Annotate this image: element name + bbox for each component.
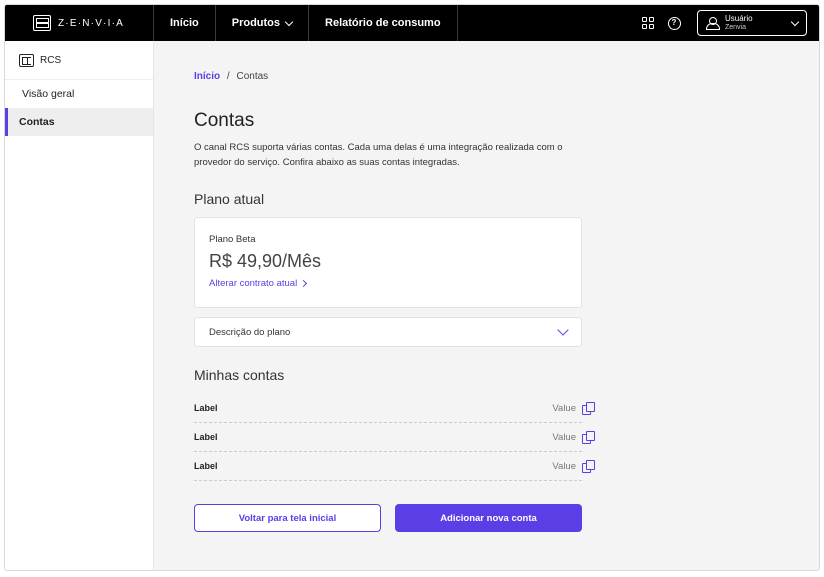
nav-item-produtos[interactable]: Produtos (216, 5, 310, 41)
plan-section-title: Plano atual (194, 191, 265, 207)
account-value-group: Value (552, 431, 595, 444)
plan-name: Plano Beta (209, 234, 256, 245)
help-button[interactable]: ? (661, 5, 687, 41)
brand-name: Z·E·N·V·I·A (58, 17, 124, 29)
page-title: Contas (194, 110, 255, 131)
page-description: O canal RCS suporta várias contas. Cada … (194, 142, 563, 168)
nav-item-label: Início (170, 17, 199, 29)
nav-item-inicio[interactable]: Início (154, 5, 216, 41)
zenvia-logo-icon (33, 15, 51, 31)
nav-item-label: Relatório de consumo (325, 17, 441, 29)
copy-icon[interactable] (582, 460, 595, 473)
add-account-button[interactable]: Adicionar nova conta (395, 504, 582, 532)
account-label: Label (194, 403, 218, 413)
account-row: Label Value (194, 423, 595, 452)
user-name: Usuário (725, 14, 753, 24)
sidebar: RCS Visão geral Contas (5, 41, 154, 570)
user-org: Zenvia (725, 23, 747, 31)
account-row: Label Value (194, 452, 595, 481)
account-label: Label (194, 432, 218, 442)
sidebar-item-label: Contas (19, 116, 55, 128)
sidebar-item-visao-geral[interactable]: Visão geral (5, 80, 153, 108)
main-content: Início / Contas Contas O canal RCS supor… (154, 41, 819, 570)
sidebar-item-label: Visão geral (22, 88, 75, 100)
nav-item-relatorio[interactable]: Relatório de consumo (309, 5, 458, 41)
breadcrumb-separator: / (226, 71, 230, 82)
account-value-group: Value (552, 402, 595, 415)
sidebar-item-contas[interactable]: Contas (5, 108, 153, 136)
apps-grid-button[interactable] (635, 5, 661, 41)
accounts-section-title: Minhas contas (194, 367, 285, 383)
back-to-home-button[interactable]: Voltar para tela inicial (194, 504, 381, 532)
chevron-down-icon (284, 17, 294, 26)
chevron-down-icon (790, 17, 800, 26)
change-contract-link[interactable]: Alterar contrato atual (209, 278, 567, 289)
user-info: Usuário Zenvia (725, 14, 785, 31)
sidebar-header: RCS (5, 41, 153, 80)
user-icon (706, 16, 720, 30)
top-bar: Z·E·N·V·I·A Início Produtos Relatório de… (5, 5, 819, 41)
brand[interactable]: Z·E·N·V·I·A (5, 5, 154, 41)
help-icon: ? (667, 16, 681, 30)
breadcrumb-home-link[interactable]: Início (194, 71, 220, 82)
plan-price: R$ 49,90/Mês (209, 251, 322, 271)
sidebar-header-label: RCS (40, 55, 62, 66)
account-value-group: Value (552, 460, 595, 473)
app-window: Z·E·N·V·I·A Início Produtos Relatório de… (4, 4, 820, 571)
rcs-icon (19, 54, 34, 67)
account-value: Value (552, 431, 576, 443)
copy-icon[interactable] (582, 431, 595, 444)
breadcrumb-current: Contas (236, 71, 269, 82)
apps-grid-icon (642, 17, 654, 29)
chevron-right-icon (300, 279, 308, 288)
plan-description-accordion[interactable]: Descrição do plano (194, 317, 582, 347)
user-menu[interactable]: Usuário Zenvia (697, 10, 807, 36)
breadcrumb: Início / Contas (194, 71, 268, 82)
accordion-label: Descrição do plano (209, 326, 291, 338)
account-label: Label (194, 461, 218, 471)
account-value: Value (552, 402, 576, 414)
change-contract-label: Alterar contrato atual (209, 278, 298, 289)
copy-icon[interactable] (582, 402, 595, 415)
account-row: Label Value (194, 394, 595, 423)
account-value: Value (552, 460, 576, 472)
plan-card: Plano Beta R$ 49,90/Mês Alterar contrato… (194, 217, 582, 308)
chevron-down-icon (557, 324, 569, 336)
nav-item-label: Produtos (231, 17, 281, 29)
